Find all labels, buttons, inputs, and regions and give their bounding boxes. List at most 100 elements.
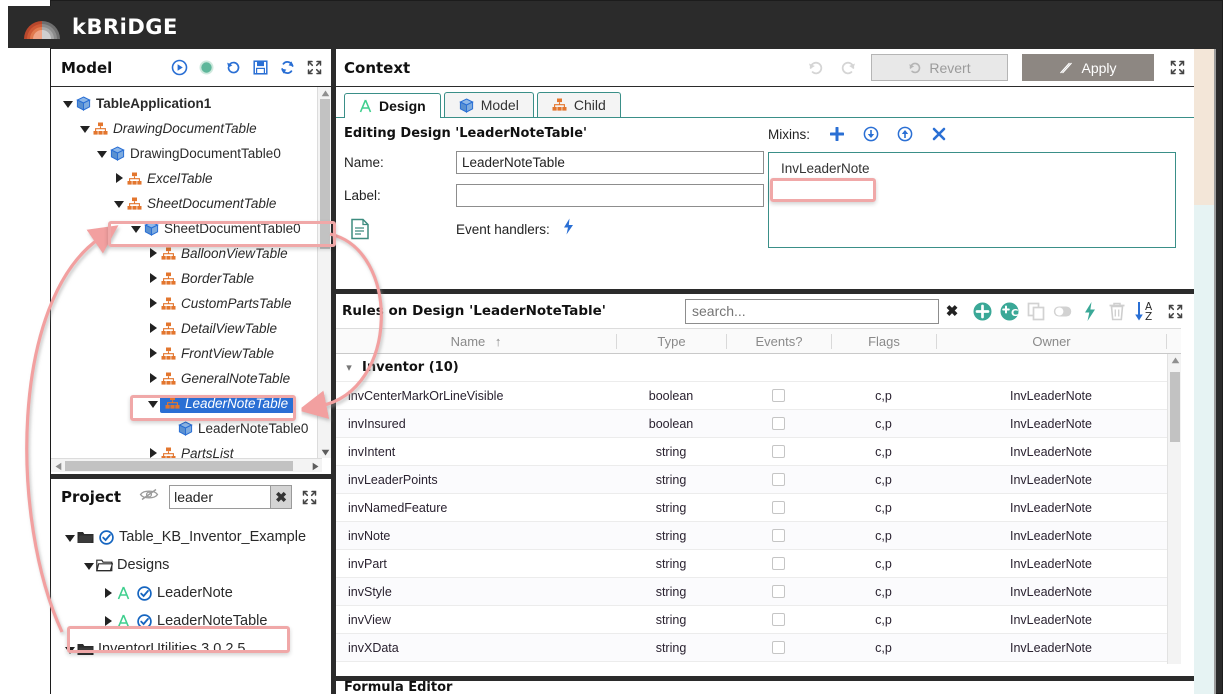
column-header-flags[interactable]: Flags (831, 333, 936, 349)
refresh-icon[interactable] (278, 59, 296, 77)
tree-expand-caret[interactable] (95, 146, 109, 161)
label-input[interactable] (456, 184, 764, 207)
table-row[interactable]: invCenterMarkOrLineVisible boolean c,p InvL… (336, 382, 1181, 410)
table-row[interactable]: invInsured boolean c,p InvLeaderNote (336, 410, 1181, 438)
project-search-input[interactable] (169, 485, 272, 509)
name-input[interactable] (456, 151, 764, 174)
undo-icon[interactable] (807, 59, 825, 77)
tree-expand-caret[interactable] (101, 585, 115, 601)
scroll-left-arrow[interactable] (51, 459, 65, 472)
scroll-up-arrow[interactable] (318, 87, 331, 99)
column-header-events[interactable]: Events? (726, 333, 831, 349)
scrollbar-thumb[interactable] (65, 461, 293, 471)
copy-rule-icon[interactable] (1025, 300, 1047, 322)
project-expand-icon[interactable] (300, 488, 318, 506)
events-checkbox[interactable] (772, 501, 785, 514)
table-row[interactable]: invXData string c,p InvLeaderNote (336, 634, 1181, 662)
model-tree-node[interactable]: FrontViewTable (51, 341, 331, 366)
column-header-owner[interactable]: Owner (936, 333, 1166, 349)
rules-expand-icon[interactable] (1164, 300, 1186, 322)
model-tree-node[interactable]: LeaderNoteTable0 (51, 416, 331, 441)
model-tree-node[interactable]: CustomPartsTable (51, 291, 331, 316)
eye-slash-icon[interactable] (139, 487, 159, 507)
model-tree-horizontal-scrollbar[interactable] (51, 458, 322, 472)
mixin-item[interactable]: InvLeaderNote (775, 159, 876, 178)
table-row[interactable]: invPart string c,p InvLeaderNote (336, 550, 1181, 578)
tree-expand-caret[interactable] (112, 171, 126, 186)
model-tree-node[interactable]: BalloonViewTable (51, 241, 331, 266)
cell-events[interactable] (726, 389, 831, 402)
tree-expand-caret[interactable] (146, 396, 160, 411)
project-tree-node[interactable]: LeaderNoteTable (51, 607, 331, 635)
events-checkbox[interactable] (772, 445, 785, 458)
history-icon[interactable] (224, 59, 242, 77)
events-checkbox[interactable] (772, 389, 785, 402)
events-checkbox[interactable] (772, 473, 785, 486)
events-checkbox[interactable] (772, 585, 785, 598)
cell-events[interactable] (726, 529, 831, 542)
tree-expand-caret[interactable] (78, 121, 92, 136)
scroll-down-arrow[interactable] (318, 446, 331, 458)
tab-design[interactable]: Design (344, 93, 441, 118)
project-tree-node[interactable]: LeaderNote (51, 579, 331, 607)
tree-expand-caret[interactable] (129, 221, 143, 236)
column-header-type[interactable]: Type (616, 333, 726, 349)
table-row[interactable]: invStyle string c,p InvLeaderNote (336, 578, 1181, 606)
mixins-list[interactable]: InvLeaderNote (768, 152, 1176, 248)
events-checkbox[interactable] (772, 417, 785, 430)
scroll-up-arrow[interactable] (1168, 354, 1181, 366)
revert-button[interactable]: Revert (871, 54, 1008, 81)
add-rule-icon[interactable] (971, 300, 993, 322)
cell-events[interactable] (726, 473, 831, 486)
model-tree-nodes[interactable]: TableApplication1 DrawingDocumentTable Dra… (51, 87, 331, 466)
redo-icon[interactable] (839, 59, 857, 77)
model-tree-vertical-scrollbar[interactable] (317, 87, 331, 458)
tree-expand-caret[interactable] (146, 346, 160, 361)
cell-events[interactable] (726, 557, 831, 570)
sort-az-icon[interactable]: AZ (1133, 300, 1159, 322)
cell-events[interactable] (726, 585, 831, 598)
apply-button[interactable]: Apply (1022, 54, 1154, 81)
project-tree[interactable]: Table_KB_Inventor_Example Designs LeaderNo… (51, 515, 331, 663)
model-tree-node[interactable]: GeneralNoteTable (51, 366, 331, 391)
context-expand-icon[interactable] (1168, 59, 1186, 77)
project-tree-node[interactable]: Designs (51, 551, 331, 579)
cell-events[interactable] (726, 445, 831, 458)
add-child-rule-icon[interactable]: C (998, 300, 1020, 322)
tree-expand-caret[interactable] (146, 246, 160, 261)
status-dot-icon[interactable] (197, 59, 215, 77)
save-icon[interactable] (251, 59, 269, 77)
table-row[interactable]: invLeaderPoints string c,p InvLeaderNote (336, 466, 1181, 494)
tab-model[interactable]: Model (443, 92, 534, 117)
document-icon[interactable] (344, 218, 456, 240)
mixin-move-down-icon[interactable] (854, 126, 888, 142)
model-tree-node[interactable]: TableApplication1 (51, 91, 331, 116)
tree-expand-caret[interactable] (101, 613, 115, 629)
model-tree-node[interactable]: SheetDocumentTable (51, 191, 331, 216)
tree-expand-caret[interactable] (146, 321, 160, 336)
model-tree-node[interactable]: ExcelTable (51, 166, 331, 191)
mixin-remove-icon[interactable] (922, 127, 956, 141)
model-tree[interactable]: TableApplication1 DrawingDocumentTable Dra… (51, 87, 331, 472)
model-tree-node[interactable]: DetailViewTable (51, 316, 331, 341)
cell-events[interactable] (726, 501, 831, 514)
model-tree-node[interactable]: SheetDocumentTable0 (51, 216, 331, 241)
table-row[interactable]: invNamedFeature string c,p InvLeaderNote (336, 494, 1181, 522)
mixin-move-up-icon[interactable] (888, 126, 922, 142)
tree-expand-caret[interactable] (146, 271, 160, 286)
lightning-icon[interactable] (562, 218, 575, 240)
rules-search-clear-button[interactable]: ✖ (939, 302, 965, 320)
project-tree-node[interactable]: Table_KB_Inventor_Example (51, 523, 331, 551)
rules-search-input[interactable] (685, 298, 939, 324)
table-row[interactable]: invNote string c,p InvLeaderNote (336, 522, 1181, 550)
model-tree-node[interactable]: DrawingDocumentTable0 (51, 141, 331, 166)
model-tree-node[interactable]: BorderTable (51, 266, 331, 291)
tree-node-selected[interactable]: LeaderNoteTable (160, 394, 295, 413)
mixin-add-icon[interactable] (820, 127, 854, 141)
tree-expand-caret[interactable] (61, 96, 75, 111)
group-collapse-icon[interactable]: ▾ (336, 361, 362, 374)
table-row[interactable]: invIntent string c,p InvLeaderNote (336, 438, 1181, 466)
model-tree-node[interactable]: DrawingDocumentTable (51, 116, 331, 141)
tree-expand-caret[interactable] (146, 296, 160, 311)
delete-rule-icon[interactable] (1106, 300, 1128, 322)
